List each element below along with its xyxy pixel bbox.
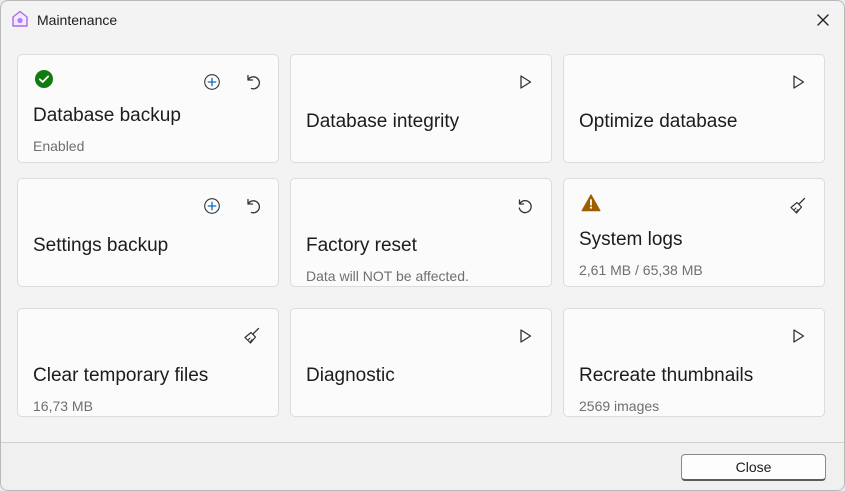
dialog-footer: Close [1, 442, 844, 490]
card-settings-backup[interactable]: Settings backup [17, 178, 279, 287]
card-clear-temporary-files[interactable]: Clear temporary files 16,73 MB [17, 308, 279, 417]
card-database-backup[interactable]: Database backup Enabled [17, 54, 279, 163]
broom-icon[interactable] [788, 196, 808, 216]
card-diagnostic[interactable]: Diagnostic [290, 308, 552, 417]
card-subtitle: 16,73 MB [33, 398, 93, 414]
close-icon[interactable] [812, 9, 834, 31]
card-subtitle: Enabled [33, 138, 85, 154]
card-title: Optimize database [579, 111, 738, 132]
card-title: System logs [579, 229, 683, 250]
card-title: Database integrity [306, 111, 460, 132]
play-icon[interactable] [788, 326, 808, 346]
card-title: Settings backup [33, 235, 169, 256]
window-title: Maintenance [37, 12, 118, 28]
maintenance-dialog: Maintenance Database backup Enabled Data… [0, 0, 845, 491]
card-subtitle: Data will NOT be affected. [306, 268, 469, 284]
undo-icon[interactable] [242, 72, 262, 92]
app-icon [11, 10, 29, 28]
card-subtitle: 2569 images [579, 398, 660, 414]
close-button[interactable]: Close [681, 454, 826, 481]
play-icon[interactable] [515, 72, 535, 92]
card-recreate-thumbnails[interactable]: Recreate thumbnails 2569 images [563, 308, 825, 417]
play-icon[interactable] [788, 72, 808, 92]
card-factory-reset[interactable]: Factory reset Data will NOT be affected. [290, 178, 552, 287]
card-title: Recreate thumbnails [579, 365, 754, 386]
card-title: Factory reset [306, 235, 417, 256]
card-subtitle: 2,61 MB / 65,38 MB [579, 262, 703, 278]
undo-icon[interactable] [242, 196, 262, 216]
play-icon[interactable] [515, 326, 535, 346]
reset-icon[interactable] [515, 196, 535, 216]
card-title: Clear temporary files [33, 365, 209, 386]
add-icon[interactable] [202, 196, 222, 216]
check-icon [34, 69, 54, 89]
card-optimize-database[interactable]: Optimize database [563, 54, 825, 163]
title-bar: Maintenance [1, 1, 844, 39]
card-title: Database backup [33, 105, 181, 126]
broom-icon[interactable] [242, 326, 262, 346]
add-icon[interactable] [202, 72, 222, 92]
card-system-logs[interactable]: System logs 2,61 MB / 65,38 MB [563, 178, 825, 287]
card-title: Diagnostic [306, 365, 395, 386]
warning-icon [581, 193, 601, 213]
card-database-integrity[interactable]: Database integrity [290, 54, 552, 163]
